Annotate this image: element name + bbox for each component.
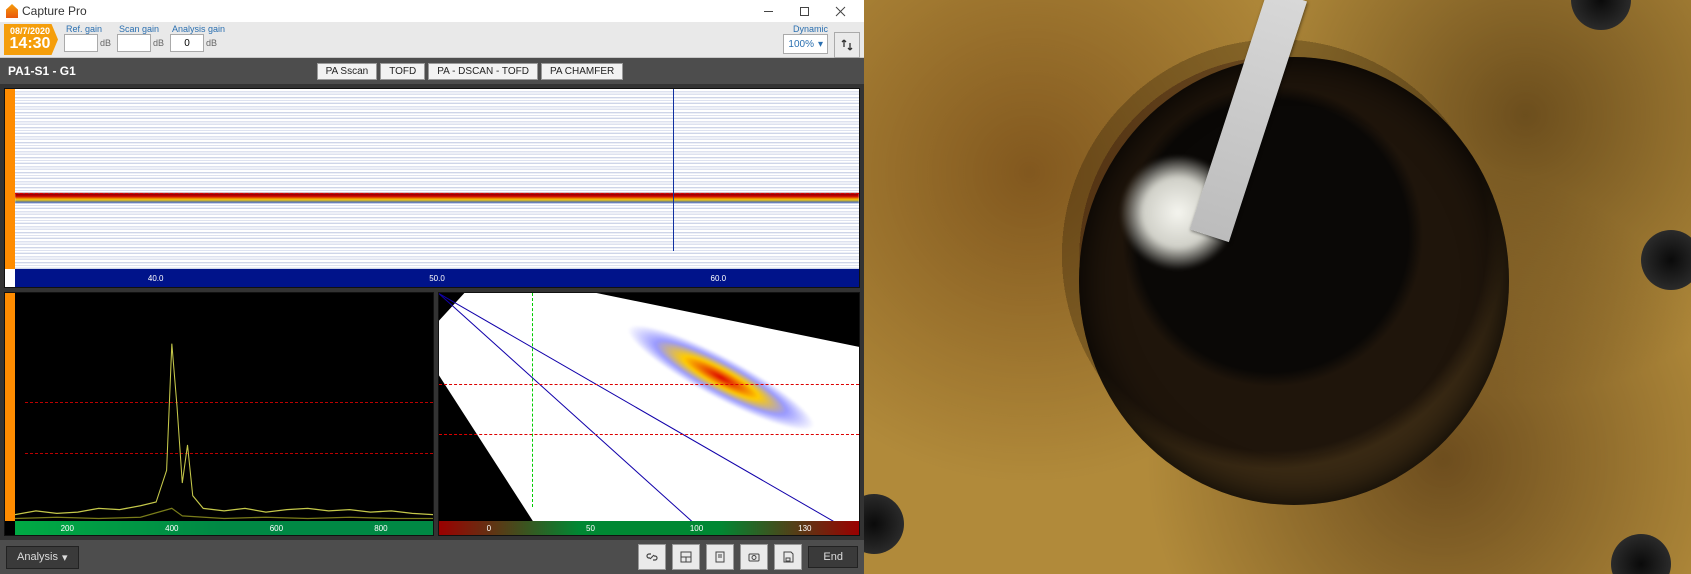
bscan-cursor[interactable] — [673, 89, 674, 251]
analysis-gain-group: Analysis gain dB — [170, 24, 225, 55]
chevron-down-icon: ▾ — [62, 551, 68, 564]
reference-photo — [864, 0, 1691, 574]
toolbar: 08/7/2020 14:30 Ref. gain dB Scan gain d… — [0, 22, 864, 58]
axis-tick: 60.0 — [711, 274, 727, 283]
bscan-x-axis[interactable]: 40.0 50.0 60.0 — [15, 269, 859, 287]
bscan-depth-ruler[interactable] — [5, 89, 15, 269]
maximize-button[interactable] — [786, 0, 822, 22]
scan-gain-input[interactable] — [117, 34, 151, 52]
visualization-area: 40.0 50.0 60.0 — [0, 84, 864, 540]
ref-gain-input[interactable] — [64, 34, 98, 52]
axis-tick: 200 — [61, 524, 74, 533]
sscan-angle-axis[interactable]: 0 50 100 130 — [439, 521, 859, 535]
axis-tick: 50.0 — [429, 274, 445, 283]
bottom-bar: Analysis ▾ End — [0, 540, 864, 574]
bscan-gate-line[interactable] — [15, 193, 859, 194]
view-tabs: PA Sscan TOFD PA - DSCAN - TOFD PA CHAMF… — [317, 63, 624, 80]
end-label: End — [823, 551, 843, 563]
sscan-panel[interactable]: 0 50 100 130 — [438, 292, 860, 536]
ascan-waveform — [15, 293, 433, 521]
axis-tick: 600 — [270, 524, 283, 533]
report-button[interactable] — [706, 544, 734, 570]
tab-pa-dscan-tofd[interactable]: PA - DSCAN - TOFD — [428, 63, 538, 80]
analysis-label: Analysis — [17, 551, 58, 563]
pipe-bore — [1079, 57, 1509, 505]
analysis-gain-label: Analysis gain — [170, 24, 225, 34]
dynamic-select[interactable]: 100% ▾ — [783, 34, 828, 54]
ascan-panel[interactable]: 200 400 600 800 — [4, 292, 434, 536]
analysis-menu-button[interactable]: Analysis ▾ — [6, 546, 79, 569]
sscan-plot[interactable] — [439, 293, 859, 521]
bscan-backwall — [15, 193, 859, 203]
bscan-plot[interactable] — [15, 89, 859, 269]
dynamic-group: Dynamic 100% ▾ — [783, 24, 828, 55]
title-bar: Capture Pro — [0, 0, 864, 22]
ascan-plot[interactable] — [15, 293, 433, 521]
link-button[interactable] — [638, 544, 666, 570]
app-icon — [6, 4, 18, 18]
sscan-gate-b[interactable] — [439, 434, 859, 435]
axis-tick: 400 — [165, 524, 178, 533]
analysis-gain-unit: dB — [206, 38, 217, 48]
app-window: Capture Pro 08/7/2020 14:30 Ref. gain dB… — [0, 0, 864, 574]
ref-gain-unit: dB — [100, 38, 111, 48]
end-button[interactable]: End — [808, 546, 858, 568]
sscan-gate-a[interactable] — [439, 384, 859, 385]
sscan-cursor[interactable] — [532, 293, 533, 507]
tab-pa-sscan[interactable]: PA Sscan — [317, 63, 378, 80]
ascan-amp-ruler[interactable] — [5, 293, 15, 521]
axis-tick: 0 — [487, 524, 491, 533]
ascan-x-axis[interactable]: 200 400 600 800 — [15, 521, 433, 535]
axis-tick: 100 — [690, 524, 703, 533]
screenshot-button[interactable] — [740, 544, 768, 570]
axis-tick: 50 — [586, 524, 595, 533]
tab-pa-chamfer[interactable]: PA CHAMFER — [541, 63, 623, 80]
dynamic-value: 100% — [788, 39, 814, 50]
channel-title: PA1-S1 - G1 — [8, 64, 76, 78]
time-chip[interactable]: 08/7/2020 14:30 — [4, 24, 58, 55]
time-label: 14:30 — [10, 36, 51, 52]
scan-gain-group: Scan gain dB — [117, 24, 164, 55]
dynamic-label: Dynamic — [793, 24, 828, 34]
transfer-button[interactable] — [834, 32, 860, 58]
axis-tick: 130 — [798, 524, 811, 533]
tab-tofd[interactable]: TOFD — [380, 63, 425, 80]
ref-gain-group: Ref. gain dB — [64, 24, 111, 55]
axis-tick: 800 — [374, 524, 387, 533]
analysis-gain-input[interactable] — [170, 34, 204, 52]
axis-tick: 40.0 — [148, 274, 164, 283]
bscan-panel[interactable]: 40.0 50.0 60.0 — [4, 88, 860, 288]
close-button[interactable] — [822, 0, 858, 22]
sub-header: PA1-S1 - G1 PA Sscan TOFD PA - DSCAN - T… — [0, 58, 864, 84]
chevron-down-icon: ▾ — [818, 39, 823, 50]
window-title: Capture Pro — [22, 4, 87, 18]
scan-gain-label: Scan gain — [117, 24, 164, 34]
ref-gain-label: Ref. gain — [64, 24, 111, 34]
save-button[interactable] — [774, 544, 802, 570]
minimize-button[interactable] — [750, 0, 786, 22]
layout-button[interactable] — [672, 544, 700, 570]
bolt-hole — [1641, 230, 1691, 290]
scan-gain-unit: dB — [153, 38, 164, 48]
